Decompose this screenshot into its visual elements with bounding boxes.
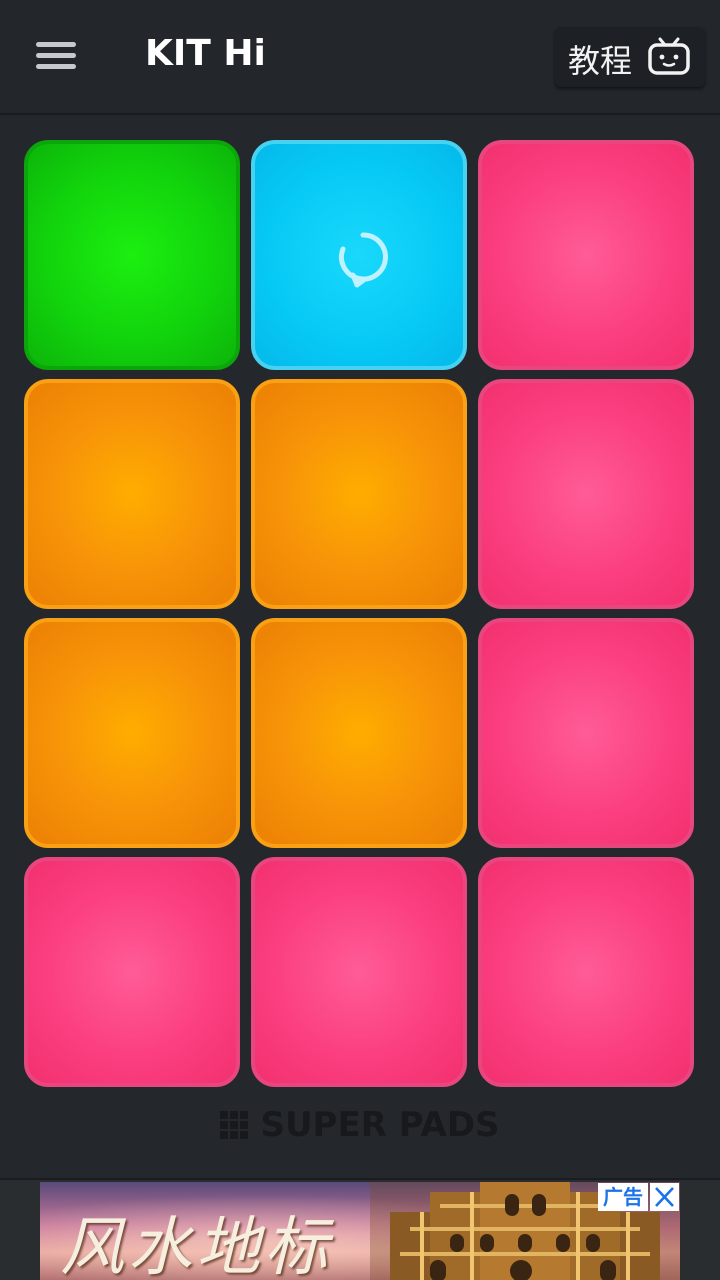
close-icon[interactable] (650, 1183, 679, 1211)
grid-icon (220, 1111, 249, 1139)
tutorial-button[interactable]: 教程 (555, 27, 705, 87)
ad-label: 广告 (598, 1183, 648, 1211)
pad-7[interactable] (24, 618, 240, 848)
pad-2[interactable] (251, 140, 467, 370)
brand-text: SUPER PADS (260, 1105, 500, 1145)
pad-6[interactable] (478, 379, 694, 609)
pad-1[interactable] (24, 140, 240, 370)
kit-title: KIT Hi (145, 33, 266, 74)
menu-line (36, 53, 76, 58)
tv-icon (648, 37, 690, 75)
reload-icon (339, 232, 388, 288)
ad-area: 风水地标 广告 (0, 1178, 720, 1280)
top-bar: KIT Hi 教程 (0, 0, 720, 115)
menu-line (36, 64, 76, 69)
app-root: KIT Hi 教程 SUPER PADS 风水地标 广告 (0, 0, 720, 1280)
ad-calligraphy: 风水地标 (60, 1211, 332, 1280)
pad-10[interactable] (24, 857, 240, 1087)
tutorial-label: 教程 (568, 42, 633, 80)
pad-5[interactable] (251, 379, 467, 609)
menu-icon[interactable] (30, 36, 82, 76)
menu-line (36, 42, 76, 47)
pad-11[interactable] (251, 857, 467, 1087)
pad-9[interactable] (478, 618, 694, 848)
pad-8[interactable] (251, 618, 467, 848)
pad-12[interactable] (478, 857, 694, 1087)
super-pads-brand: SUPER PADS (0, 1105, 720, 1155)
pad-3[interactable] (478, 140, 694, 370)
pad-4[interactable] (24, 379, 240, 609)
ad-banner[interactable]: 风水地标 广告 (40, 1182, 680, 1280)
